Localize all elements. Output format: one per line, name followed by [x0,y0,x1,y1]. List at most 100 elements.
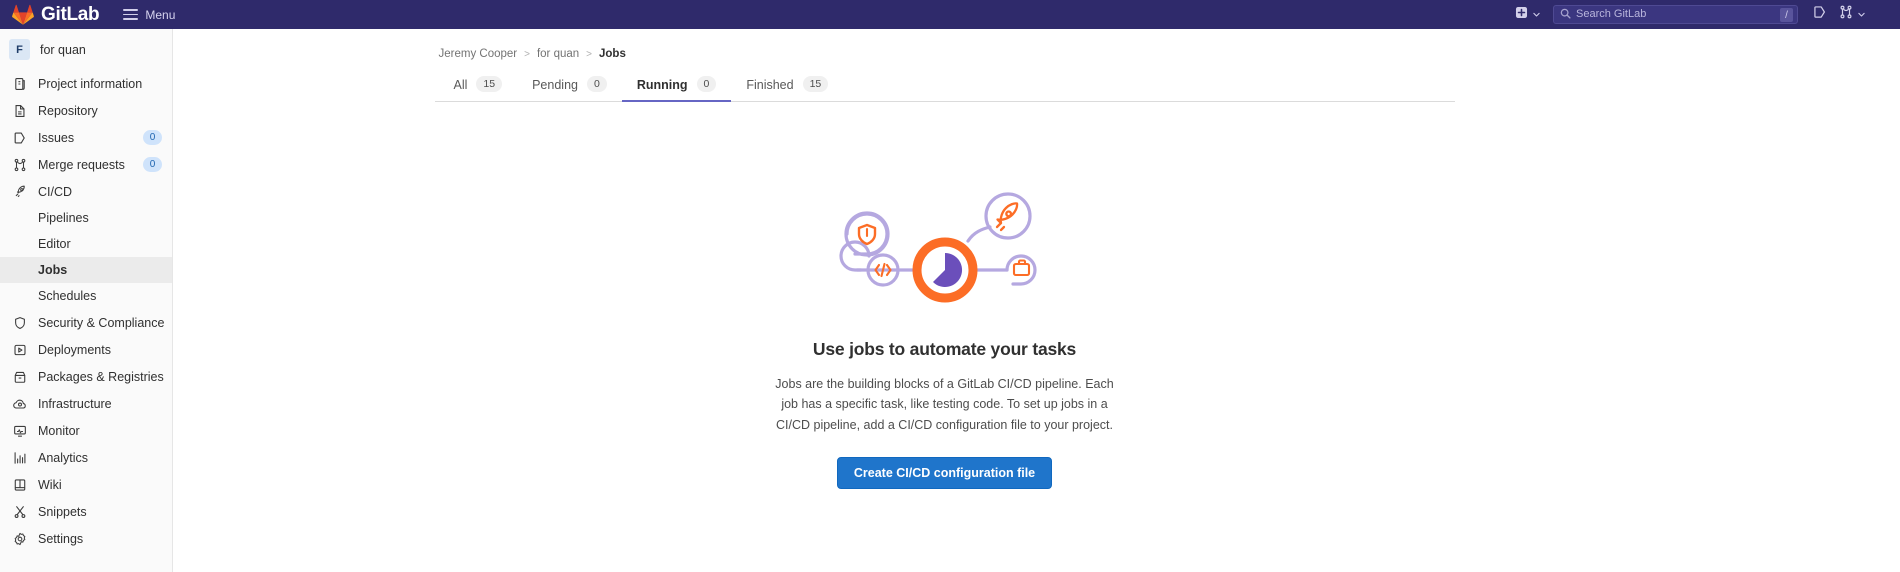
merge-requests-nav-button[interactable] [1833,2,1872,27]
project-name: for quan [40,42,86,57]
shield-icon [12,316,27,330]
page-layout: F for quan Project information Repository… [0,29,1900,572]
sidebar-item-ci-cd[interactable]: CI/CD [0,178,172,205]
sidebar-item-label: Issues [38,130,75,145]
sidebar-item-label: Analytics [38,450,89,465]
chevron-down-icon [1857,6,1866,24]
cloud-gear-icon [12,397,27,411]
sidebar-item-label: Repository [38,103,98,118]
sidebar-item-schedules[interactable]: Schedules [0,283,172,309]
sidebar-item-label: Wiki [38,477,62,492]
sidebar-item-issues[interactable]: Issues 0 [0,124,172,151]
monitor-icon [12,424,27,438]
main-menu-label: Menu [145,7,176,22]
sidebar-item-label: Monitor [38,423,80,438]
navbar-right-actions: Search GitLab / [1509,2,1890,27]
sidebar-item-repository[interactable]: Repository [0,97,172,124]
sidebar-item-label: Jobs [38,263,68,277]
issues-icon [1813,5,1827,24]
repository-icon [12,104,27,118]
sidebar-item-jobs[interactable]: Jobs [0,257,172,283]
rocket-icon [995,202,1018,232]
breadcrumb-item[interactable]: Jobs [599,48,626,60]
tab-count-badge: 15 [476,76,503,92]
project-avatar: F [9,39,30,60]
sidebar-item-packages-registries[interactable]: Packages & Registries [0,363,172,390]
empty-state-description: Jobs are the building blocks of a GitLab… [775,377,1114,432]
jobs-tabs: All 15 Pending 0 Running 0 Finished 15 [434,66,1455,102]
main-content: Jeremy Cooper > for quan > Jobs All 15 Pending… [173,29,1900,572]
sidebar-item-label: Settings [38,531,84,546]
sidebar-item-label: Project information [38,76,143,91]
sidebar-nav-list: Project information Repository Issues 0 Merg… [0,70,172,552]
sidebar-item-label: Deployments [38,342,111,357]
sidebar-item-label: Pipelines [38,211,89,225]
sidebar-item-label: Editor [38,237,71,251]
tab-label: Running [636,78,688,92]
scissors-icon [12,505,27,519]
sidebar-item-settings[interactable]: Settings [0,525,172,552]
issues-icon [12,131,27,145]
gitlab-brand[interactable]: GitLab [12,0,100,29]
tab-count-badge: 15 [802,76,829,92]
tab-pending[interactable]: Pending 0 [517,66,622,101]
gear-icon [12,532,27,546]
project-sidebar: F for quan Project information Repository… [0,29,173,572]
breadcrumb-item[interactable]: Jeremy Cooper [439,48,518,60]
breadcrumb: Jeremy Cooper > for quan > Jobs [435,29,1455,66]
sidebar-item-security-compliance[interactable]: Security & Compliance [0,309,172,336]
sidebar-item-snippets[interactable]: Snippets [0,498,172,525]
sidebar-item-label: Snippets [38,504,87,519]
gitlab-brand-name: GitLab [41,4,100,25]
sidebar-item-project-information[interactable]: Project information [0,70,172,97]
pie-timer-icon [912,237,977,303]
tab-count-badge: 0 [696,76,717,92]
tab-all[interactable]: All 15 [439,66,518,101]
chevron-down-icon [1532,6,1541,24]
sidebar-item-pipelines[interactable]: Pipelines [0,205,172,231]
breadcrumb-separator: > [586,48,593,60]
sidebar-item-merge-requests[interactable]: Merge requests 0 [0,151,172,178]
main-menu-button[interactable]: Menu [123,6,175,23]
sidebar-item-label: Merge requests [38,157,125,172]
create-cicd-configuration-file-button[interactable]: Create CI/CD configuration file [836,456,1053,489]
sidebar-item-badge: 0 [143,157,162,172]
jobs-empty-state: Use jobs to automate your tasks Jobs are… [435,102,1455,489]
tab-running[interactable]: Running 0 [621,66,732,102]
sidebar-item-wiki[interactable]: Wiki [0,471,172,498]
top-navbar: GitLab Menu Search GitLab / [0,0,1900,29]
sidebar-item-label: Infrastructure [38,396,112,411]
sidebar-project-header[interactable]: F for quan [0,29,172,70]
sidebar-item-label: Schedules [38,289,97,303]
empty-state-title: Use jobs to automate your tasks [812,339,1077,359]
gitlab-tanuki-icon [12,4,34,26]
sidebar-item-editor[interactable]: Editor [0,231,172,257]
breadcrumb-separator: > [524,48,530,60]
plus-square-icon [1515,6,1528,24]
tab-finished[interactable]: Finished 15 [731,66,843,101]
package-icon [12,370,27,384]
tab-label: All [453,78,468,92]
sidebar-item-label: Packages & Registries [38,369,164,384]
create-new-button[interactable] [1509,3,1547,27]
issues-nav-button[interactable] [1807,2,1833,27]
sidebar-item-deployments[interactable]: Deployments [0,336,172,363]
shield-icon [857,223,876,246]
sidebar-item-badge: 0 [143,130,162,145]
search-input[interactable]: Search GitLab / [1553,5,1798,24]
tab-count-badge: 0 [586,76,607,92]
breadcrumb-item[interactable]: for quan [537,48,579,60]
sidebar-item-infrastructure[interactable]: Infrastructure [0,390,172,417]
search-placeholder-text: Search GitLab [1576,8,1647,20]
chart-icon [12,451,27,465]
ci-cd-pipeline-illustration [838,192,1037,303]
sidebar-item-analytics[interactable]: Analytics [0,444,172,471]
merge-request-icon [12,158,27,172]
search-shortcut-badge: / [1780,8,1793,22]
hamburger-icon [123,6,139,23]
deployments-icon [12,343,27,357]
tab-label: Pending [532,78,578,92]
sidebar-item-monitor[interactable]: Monitor [0,417,172,444]
doc-info-icon [12,77,27,91]
briefcase-icon [1012,259,1030,277]
